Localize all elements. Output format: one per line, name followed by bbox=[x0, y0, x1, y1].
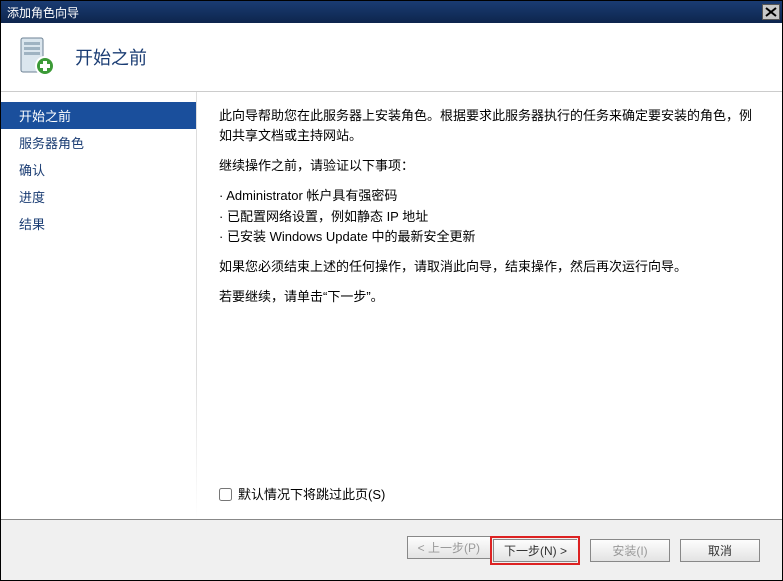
install-button[interactable]: 安装(I) bbox=[590, 539, 670, 562]
wizard-content: 此向导帮助您在此服务器上安装角色。根据要求此服务器执行的任务来确定要安装的角色，… bbox=[197, 92, 782, 519]
verify-list: Administrator 帐户具有强密码 已配置网络设置，例如静态 IP 地址… bbox=[219, 186, 760, 246]
continue-hint: 若要继续，请单击“下一步”。 bbox=[219, 287, 760, 307]
sidebar-item-results[interactable]: 结果 bbox=[1, 210, 196, 237]
sidebar-item-server-roles[interactable]: 服务器角色 bbox=[1, 129, 196, 156]
page-title: 开始之前 bbox=[75, 44, 147, 70]
verify-item: Administrator 帐户具有强密码 bbox=[219, 186, 760, 206]
close-button[interactable] bbox=[762, 4, 780, 20]
cancel-button[interactable]: 取消 bbox=[680, 539, 760, 562]
wizard-window: 添加角色向导 开始之前 开始之前 服务器角色 bbox=[0, 0, 783, 581]
next-button[interactable]: 下一步(N) > bbox=[493, 539, 577, 562]
server-role-icon bbox=[15, 36, 57, 78]
previous-button[interactable]: < 上一步(P) bbox=[407, 536, 490, 559]
close-icon bbox=[764, 6, 778, 18]
sidebar-item-before-you-begin[interactable]: 开始之前 bbox=[1, 102, 196, 129]
sidebar-item-progress[interactable]: 进度 bbox=[1, 183, 196, 210]
sidebar-item-confirmation[interactable]: 确认 bbox=[1, 156, 196, 183]
wizard-footer: < 上一步(P) 下一步(N) > 安装(I) 取消 bbox=[1, 519, 782, 580]
verify-item: 已安装 Windows Update 中的最新安全更新 bbox=[219, 227, 760, 247]
nav-button-pair: < 上一步(P) 下一步(N) > bbox=[407, 536, 580, 565]
verify-prompt: 继续操作之前，请验证以下事项： bbox=[219, 156, 760, 176]
skip-page-row: 默认情况下将跳过此页(S) bbox=[219, 485, 760, 511]
window-title: 添加角色向导 bbox=[7, 4, 762, 21]
intro-text: 此向导帮助您在此服务器上安装角色。根据要求此服务器执行的任务来确定要安装的角色，… bbox=[219, 106, 760, 146]
wizard-sidebar: 开始之前 服务器角色 确认 进度 结果 bbox=[1, 92, 196, 519]
cancel-hint: 如果您必须结束上述的任何操作，请取消此向导，结束操作，然后再次运行向导。 bbox=[219, 257, 760, 277]
wizard-body: 开始之前 服务器角色 确认 进度 结果 此向导帮助您在此服务器上安装角色。根据要… bbox=[1, 92, 782, 519]
wizard-header: 开始之前 bbox=[1, 23, 782, 92]
verify-item: 已配置网络设置，例如静态 IP 地址 bbox=[219, 207, 760, 227]
title-bar: 添加角色向导 bbox=[1, 1, 782, 23]
skip-page-checkbox[interactable] bbox=[219, 488, 232, 501]
skip-page-label: 默认情况下将跳过此页(S) bbox=[238, 485, 385, 505]
next-button-highlight: 下一步(N) > bbox=[490, 536, 580, 565]
